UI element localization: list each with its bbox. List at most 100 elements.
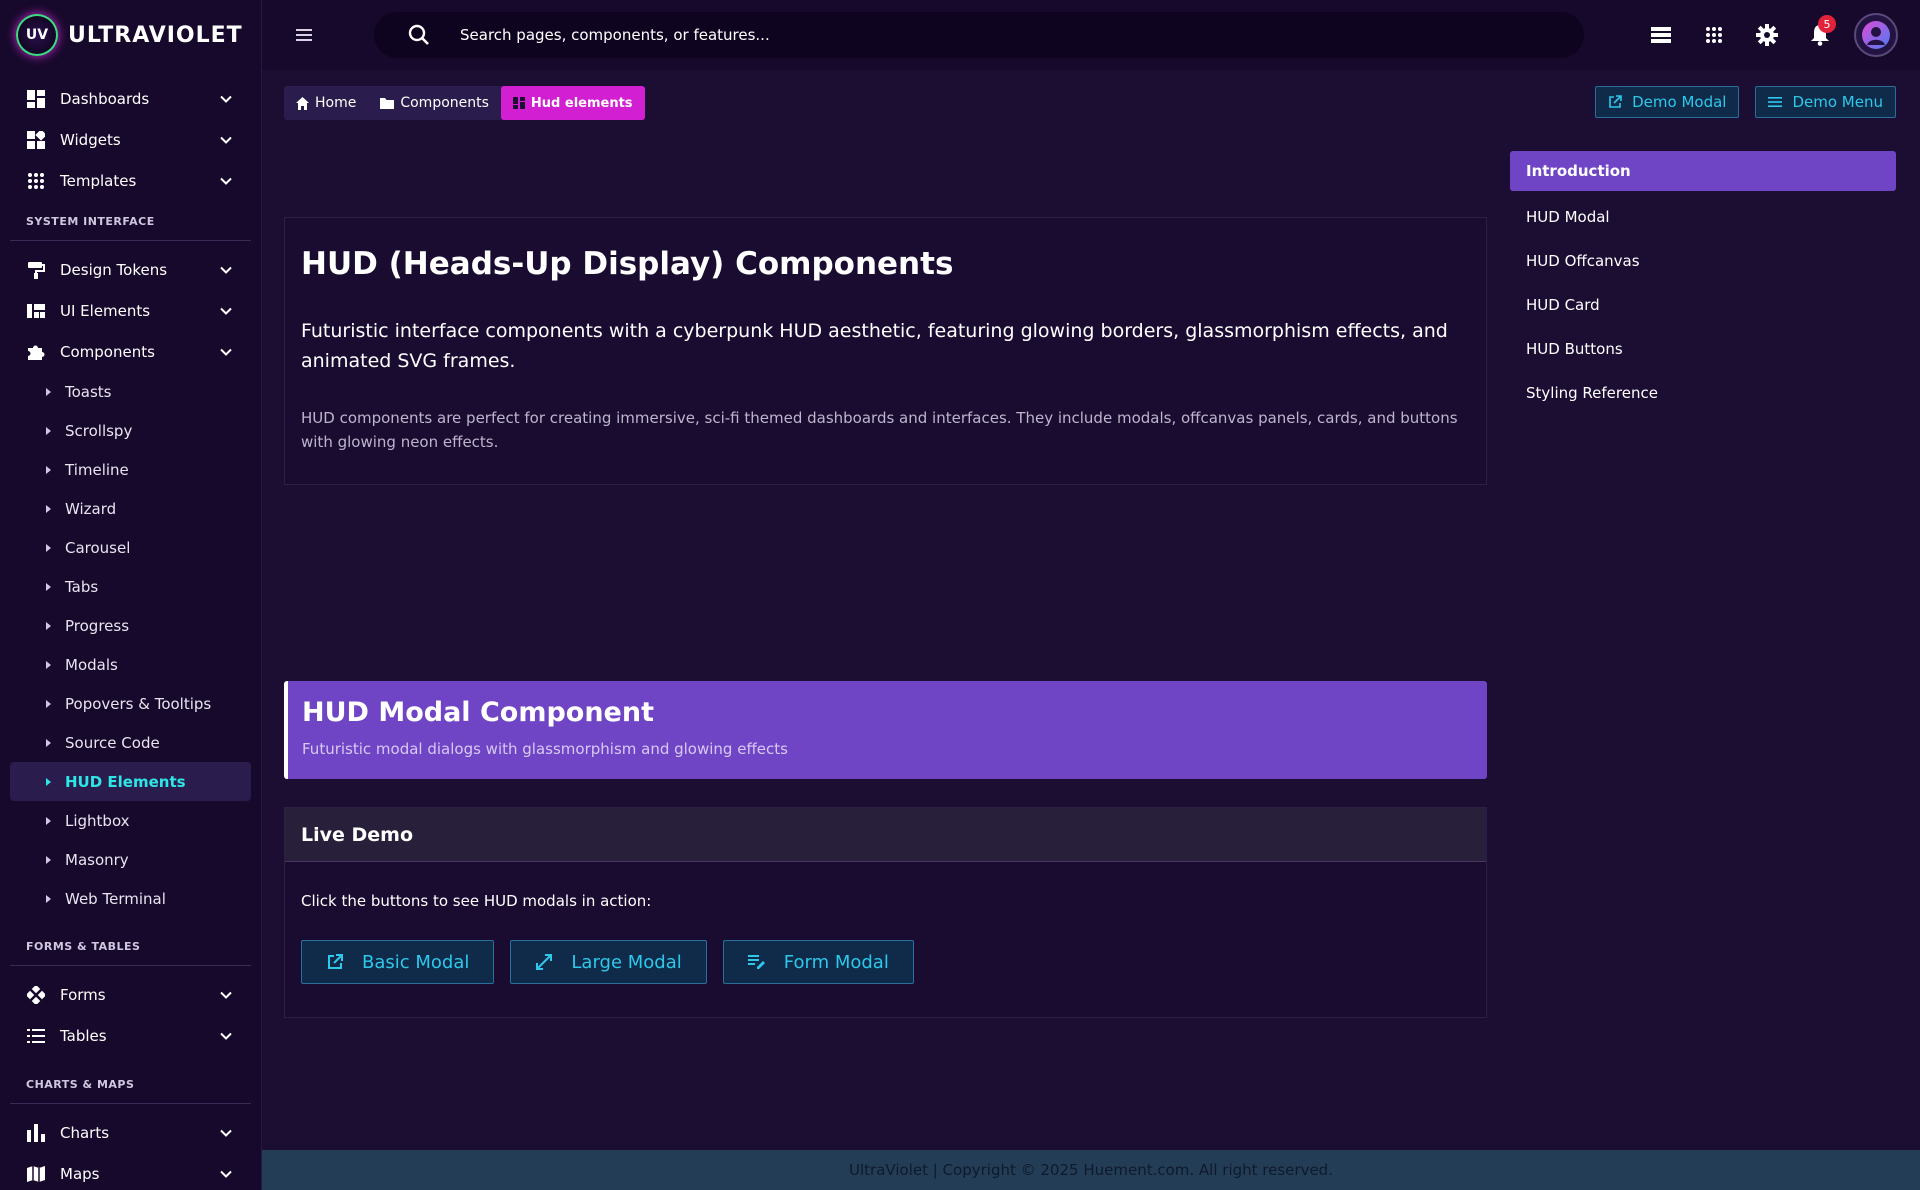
sidebar-subitem-label: Lightbox (65, 811, 130, 830)
intro-card: HUD (Heads-Up Display) Components Futuri… (284, 217, 1487, 485)
caret-right-icon (46, 660, 51, 669)
breadcrumb-components-label: Components (400, 95, 489, 111)
live-demo-text: Click the buttons to see HUD modals in a… (301, 892, 652, 910)
sidebar-subitem-progress[interactable]: Progress (10, 606, 251, 645)
breadcrumb-current-label: Hud elements (530, 95, 633, 111)
intro-body: HUD components are perfect for creating … (301, 409, 1458, 451)
main-content: Home Components Hud elements Demo Modal … (262, 70, 1920, 1190)
sidebar-subitem-web-terminal[interactable]: Web Terminal (10, 879, 251, 918)
chevron-down-icon (220, 1032, 232, 1040)
sidebar-subitem-timeline[interactable]: Timeline (10, 450, 251, 489)
chevron-down-icon (220, 136, 232, 144)
menu-icon (1768, 97, 1783, 107)
sidebar-item-charts[interactable]: Charts (10, 1112, 251, 1153)
sidebar-item-label: Forms (60, 985, 106, 1004)
form-modal-label: Form Modal (783, 951, 889, 973)
notification-badge: 5 (1818, 15, 1836, 33)
section-forms-tables: FORMS & TABLES (10, 926, 251, 966)
sidebar-subitem-wizard[interactable]: Wizard (10, 489, 251, 528)
sidebar-subitem-popovers-tooltips[interactable]: Popovers & Tooltips (10, 684, 251, 723)
sidebar-item-templates[interactable]: Templates (10, 160, 251, 201)
breadcrumb-components[interactable]: Components (368, 86, 501, 120)
paint-roller-icon (26, 260, 46, 280)
topbar-actions: 5 (1634, 13, 1898, 57)
sidebar-item-tables[interactable]: Tables (10, 1015, 251, 1056)
sidebar-subitem-hud-elements[interactable]: HUD Elements (10, 762, 251, 801)
toc-item-introduction[interactable]: Introduction (1510, 151, 1896, 191)
search-input[interactable] (460, 26, 1360, 44)
sidebar-item-widgets[interactable]: Widgets (10, 119, 251, 160)
sidebar-subitem-tabs[interactable]: Tabs (10, 567, 251, 606)
caret-right-icon (46, 426, 51, 435)
sidebar-subitem-masonry[interactable]: Masonry (10, 840, 251, 879)
sidebar-subitem-label: Web Terminal (65, 889, 166, 908)
dashboard-icon (512, 97, 525, 109)
sidebar-item-ui-elements[interactable]: UI Elements (10, 290, 251, 331)
chevron-down-icon (220, 991, 232, 999)
caret-right-icon (46, 543, 51, 552)
sidebar-subitem-scrollspy[interactable]: Scrollspy (10, 411, 251, 450)
search-icon[interactable] (408, 24, 430, 46)
caret-right-icon (46, 894, 51, 903)
sidebar-subitem-lightbox[interactable]: Lightbox (10, 801, 251, 840)
header-actions: Demo Modal Demo Menu (1595, 86, 1896, 118)
brand[interactable]: UV ULTRAVIOLET (0, 0, 261, 70)
toc-item-hud-modal[interactable]: HUD Modal (1510, 195, 1896, 239)
sidebar-subitem-source-code[interactable]: Source Code (10, 723, 251, 762)
gear-icon[interactable] (1740, 13, 1793, 57)
search-bar (374, 12, 1584, 58)
toc-item-styling-reference[interactable]: Styling Reference (1510, 371, 1896, 415)
breadcrumb-home[interactable]: Home (284, 86, 368, 120)
ui-elements-icon (26, 301, 46, 321)
sidebar-item-components[interactable]: Components (10, 331, 251, 372)
sidebar-item-maps[interactable]: Maps (10, 1153, 251, 1190)
expand-icon (536, 954, 553, 970)
sidebar-item-dashboards[interactable]: Dashboards (10, 78, 251, 119)
sidebar-subitem-label: Timeline (65, 460, 129, 479)
list-view-icon[interactable] (1634, 13, 1687, 57)
large-modal-button[interactable]: Large Modal (510, 940, 707, 984)
map-icon (26, 1164, 46, 1184)
sidebar-item-label: Design Tokens (60, 260, 168, 279)
page-title: HUD (Heads-Up Display) Components (301, 246, 954, 282)
sidebar-subitem-label: Popovers & Tooltips (65, 694, 212, 713)
sidebar-item-design-tokens[interactable]: Design Tokens (10, 249, 251, 290)
live-demo-title: Live Demo (285, 808, 1486, 862)
form-modal-button[interactable]: Form Modal (722, 940, 914, 984)
avatar[interactable] (1854, 13, 1898, 57)
sidebar-subitem-modals[interactable]: Modals (10, 645, 251, 684)
sidebar-item-forms[interactable]: Forms (10, 974, 251, 1015)
sidebar-item-label: Components (60, 342, 155, 361)
sidebar-subitem-label: HUD Elements (65, 772, 186, 791)
chevron-down-icon (220, 266, 232, 274)
section-charts-maps: CHARTS & MAPS (10, 1064, 251, 1104)
toc-item-hud-buttons[interactable]: HUD Buttons (1510, 327, 1896, 371)
sidebar-item-label: UI Elements (60, 301, 151, 320)
caret-right-icon (46, 738, 51, 747)
apps-grid-icon (26, 171, 46, 191)
breadcrumb: Home Components Hud elements (284, 86, 645, 120)
breadcrumb-home-label: Home (315, 95, 357, 111)
basic-modal-button[interactable]: Basic Modal (301, 940, 495, 984)
hamburger-menu-icon[interactable] (296, 29, 320, 41)
live-demo-card: Live Demo Click the buttons to see HUD m… (284, 807, 1487, 1018)
sidebar-item-label: Dashboards (60, 89, 150, 108)
components-submenu: Toasts Scrollspy Timeline Wizard Carouse… (10, 372, 251, 918)
notification-bell-icon[interactable]: 5 (1793, 13, 1846, 57)
apps-grid-icon[interactable] (1687, 13, 1740, 57)
sidebar-subitem-label: Source Code (65, 733, 160, 752)
toc-item-hud-card[interactable]: HUD Card (1510, 283, 1896, 327)
sidebar-subitem-label: Masonry (65, 850, 129, 869)
demo-menu-button[interactable]: Demo Menu (1755, 86, 1896, 118)
sidebar: UV ULTRAVIOLET Dashboards Widgets Templa… (0, 0, 262, 1190)
toc-item-hud-offcanvas[interactable]: HUD Offcanvas (1510, 239, 1896, 283)
sidebar-subitem-toasts[interactable]: Toasts (10, 372, 251, 411)
caret-right-icon (46, 582, 51, 591)
caret-right-icon (46, 504, 51, 513)
caret-right-icon (46, 777, 51, 786)
demo-modal-button[interactable]: Demo Modal (1595, 86, 1740, 118)
sidebar-subitem-label: Progress (65, 616, 130, 635)
sidebar-subitem-carousel[interactable]: Carousel (10, 528, 251, 567)
chevron-down-icon (220, 348, 232, 356)
caret-right-icon (46, 621, 51, 630)
